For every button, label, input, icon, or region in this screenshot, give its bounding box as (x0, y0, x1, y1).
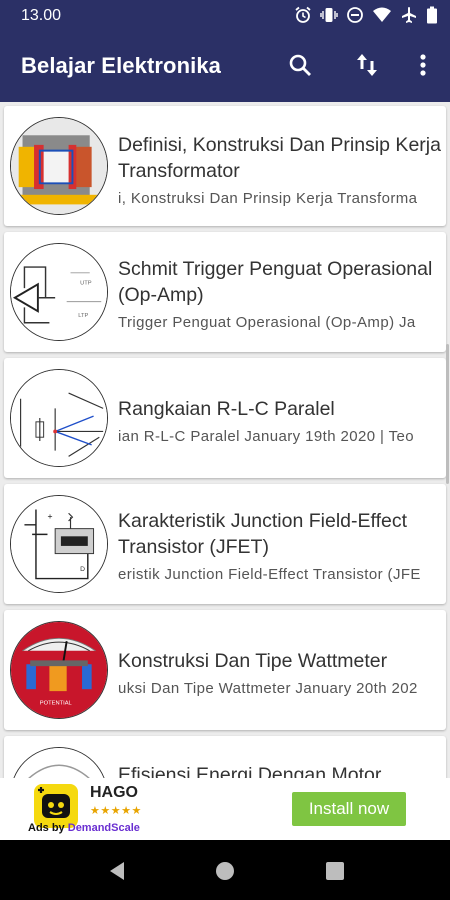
article-title: Karakteristik Junction Field-Effect Tran… (118, 510, 408, 558)
app-bar: Belajar Elektronika (0, 32, 450, 102)
article-title: Konstruksi Dan Tipe Wattmeter (118, 650, 388, 672)
more-vert-icon (419, 53, 427, 82)
scrollbar[interactable] (446, 344, 449, 484)
search-button[interactable] (285, 52, 315, 82)
sort-button[interactable] (352, 52, 382, 82)
ad-area: HAGO ★★★★★ Ads by DemandScale Install no… (0, 778, 450, 840)
search-icon (288, 53, 312, 82)
status-icons (294, 6, 438, 24)
svg-text:+: + (47, 511, 52, 521)
article-subtitle: ian R-L-C Paralel January 19th 2020 | Te… (118, 428, 415, 445)
ad-banner[interactable]: HAGO ★★★★★ Ads by DemandScale Install no… (24, 778, 424, 840)
motor-image (10, 747, 108, 778)
jfet-circuit-image: + D (10, 495, 108, 593)
do-not-disturb-icon (346, 6, 364, 24)
article-title: Rangkaian R-L-C Paralel (118, 398, 335, 420)
install-now-button[interactable]: Install now (292, 792, 406, 826)
back-icon (106, 862, 128, 886)
home-button[interactable] (214, 860, 236, 882)
article-list[interactable]: Definisi, Konstruksi Dan Prinsip Kerja T… (0, 102, 450, 778)
article-card[interactable]: UTP LTP Schmit Trigger Penguat Operasion… (4, 232, 446, 352)
wattmeter-image: POTENTIAL (10, 621, 108, 719)
back-button[interactable] (106, 860, 128, 882)
status-bar: 13.00 (0, 0, 450, 32)
recents-icon (324, 862, 346, 886)
alarm-icon (294, 6, 312, 24)
navigation-bar (0, 840, 450, 900)
article-subtitle: uksi Dan Tipe Wattmeter January 20th 202 (118, 680, 418, 697)
status-time: 13.00 (21, 7, 62, 24)
article-subtitle: eristik Junction Field-Effect Transistor… (118, 566, 421, 583)
article-card[interactable]: Rangkaian R-L-C Paralel ian R-L-C Parale… (4, 358, 446, 478)
sort-icon (356, 52, 378, 83)
article-title: Efisiensi Energi Dengan Motor (118, 764, 382, 778)
ad-attribution: Ads by DemandScale (28, 822, 140, 834)
article-subtitle: i, Konstruksi Dan Prinsip Kerja Transfor… (118, 190, 418, 207)
article-card[interactable]: Definisi, Konstruksi Dan Prinsip Kerja T… (4, 106, 446, 226)
svg-text:D: D (80, 566, 85, 573)
battery-icon (426, 6, 438, 24)
svg-text:POTENTIAL: POTENTIAL (40, 701, 72, 707)
article-title: Definisi, Konstruksi Dan Prinsip Kerja T… (118, 134, 441, 182)
rlc-diagram-image (10, 369, 108, 467)
vibrate-icon (320, 6, 338, 24)
svg-text:UTP: UTP (80, 280, 92, 286)
transformer-image (10, 117, 108, 215)
ad-rating-stars: ★★★★★ (90, 805, 142, 817)
article-card[interactable]: POTENTIAL Konstruksi Dan Tipe Wattmeter … (4, 610, 446, 730)
article-card[interactable]: + D Karakteristik Junction Field-Effect … (4, 484, 446, 604)
article-card[interactable]: Efisiensi Energi Dengan Motor (4, 736, 446, 778)
more-options-button[interactable] (408, 52, 438, 82)
ad-provider: DemandScale (67, 822, 140, 834)
wifi-icon (372, 6, 392, 24)
home-icon (214, 862, 236, 886)
svg-text:LTP: LTP (78, 313, 88, 319)
article-subtitle: Trigger Penguat Operasional (Op-Amp) Ja (118, 314, 416, 331)
ad-app-name: HAGO (90, 784, 138, 801)
recents-button[interactable] (324, 860, 346, 882)
app-title: Belajar Elektronika (21, 53, 221, 78)
airplane-icon (400, 6, 418, 24)
article-title: Schmit Trigger Penguat Operasional (Op-A… (118, 258, 433, 306)
op-amp-circuit-image: UTP LTP (10, 243, 108, 341)
